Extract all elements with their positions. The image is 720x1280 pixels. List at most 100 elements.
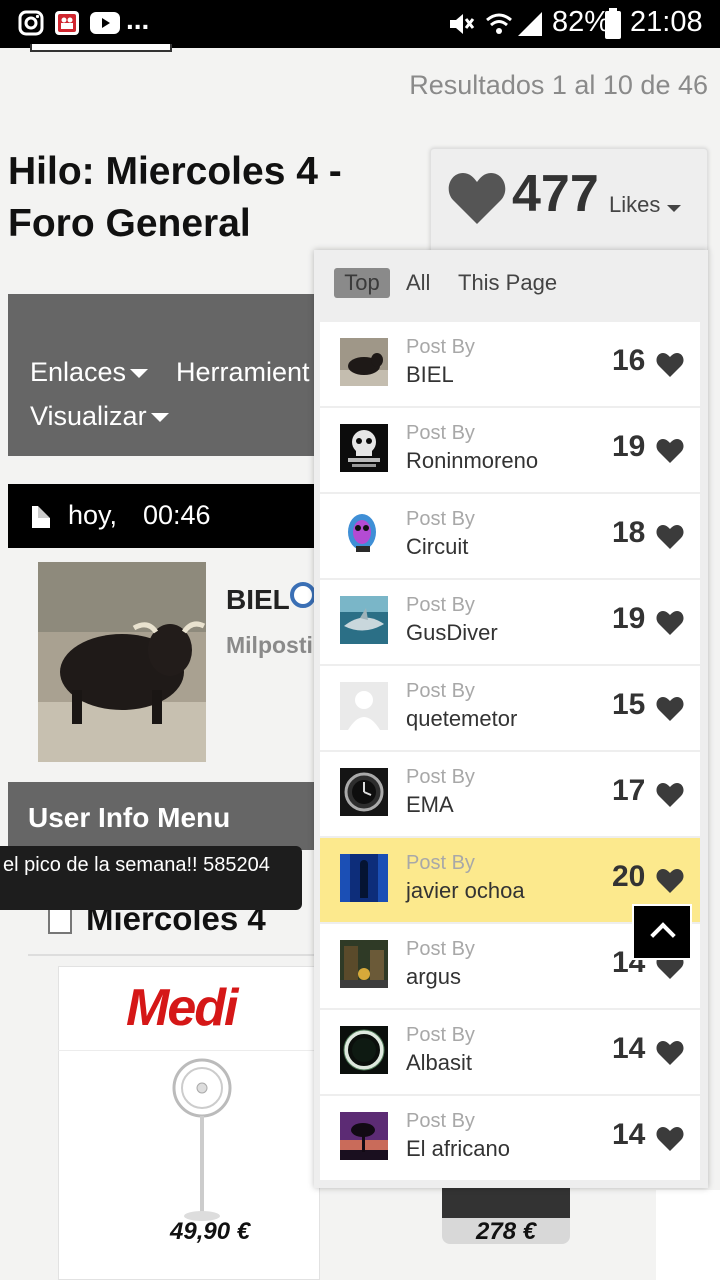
ring-thumb bbox=[340, 1026, 388, 1074]
results-count: Resultados 1 al 10 de 46 bbox=[409, 70, 708, 100]
like-row-3[interactable]: Post By Circuit 18 bbox=[320, 494, 700, 578]
document-icon bbox=[32, 506, 50, 528]
nav-visualizar[interactable]: Visualizar bbox=[30, 401, 169, 432]
wifi-icon bbox=[486, 13, 512, 34]
ad-price-left: 49,90 € bbox=[170, 1218, 251, 1245]
family-app-icon bbox=[55, 11, 79, 35]
post-by-label: Post By bbox=[406, 422, 475, 444]
like-row-1[interactable]: Post By BIEL 16 bbox=[320, 322, 700, 406]
like-count: 19 bbox=[612, 430, 646, 463]
ad-edge bbox=[656, 1190, 720, 1280]
chevron-down-icon bbox=[130, 369, 149, 379]
heart-icon bbox=[656, 696, 684, 727]
like-row-2[interactable]: Post By Roninmoreno 19 bbox=[320, 408, 700, 492]
tab-this-page[interactable]: This Page bbox=[458, 268, 557, 298]
post-by-label: Post By bbox=[406, 852, 475, 874]
like-count: 15 bbox=[612, 688, 646, 721]
mask-thumb bbox=[340, 510, 388, 558]
like-count: 19 bbox=[612, 602, 646, 635]
poster-name[interactable]: BIEL bbox=[406, 362, 454, 388]
nav-herramientas[interactable]: Herramient bbox=[176, 357, 310, 388]
like-row-6[interactable]: Post By EMA 17 bbox=[320, 752, 700, 836]
heart-icon bbox=[656, 1040, 684, 1071]
tab-all[interactable]: All bbox=[406, 268, 430, 298]
nav-enlaces[interactable]: Enlaces bbox=[30, 357, 149, 388]
like-count: 20 bbox=[612, 860, 646, 893]
post-date-bar: hoy, 00:46 bbox=[8, 484, 318, 548]
battery-icon bbox=[605, 8, 621, 39]
default-avatar-thumb bbox=[340, 682, 388, 730]
status-bar: ... 82% 21:08 bbox=[0, 0, 720, 48]
heart-icon bbox=[448, 173, 506, 224]
post-date-day: hoy, bbox=[68, 500, 118, 530]
poster-name[interactable]: Albasit bbox=[406, 1050, 472, 1076]
tree-sunset-thumb bbox=[340, 1112, 388, 1160]
like-row-5[interactable]: Post By quetemetor 15 bbox=[320, 666, 700, 750]
post-by-label: Post By bbox=[406, 938, 475, 960]
clock: 21:08 bbox=[630, 6, 703, 38]
avatar[interactable] bbox=[38, 562, 206, 762]
skull-thumb bbox=[340, 424, 388, 472]
bull-thumb bbox=[340, 338, 388, 386]
like-row-4[interactable]: Post By GusDiver 19 bbox=[320, 580, 700, 664]
scroll-to-top-button[interactable] bbox=[632, 904, 692, 960]
fan-image bbox=[172, 1058, 232, 1221]
poster-name[interactable]: argus bbox=[406, 964, 461, 990]
user-info-menu[interactable]: User Info Menu bbox=[8, 782, 318, 850]
post-tooltip: el pico de la semana!! 585204 bbox=[0, 846, 302, 910]
like-count: 17 bbox=[612, 774, 646, 807]
like-row-9[interactable]: Post By Albasit 14 bbox=[320, 1010, 700, 1094]
divider bbox=[58, 1050, 320, 1051]
likes-label: Likes bbox=[609, 192, 661, 217]
nav-herramientas-label: Herramient bbox=[176, 357, 310, 387]
heart-icon bbox=[656, 524, 684, 555]
thread-tools-nav: Enlaces Herramient Visualizar bbox=[8, 294, 318, 456]
heart-icon bbox=[656, 352, 684, 383]
post-date-time: 00:46 bbox=[143, 500, 211, 530]
battery-percent: 82% bbox=[552, 6, 611, 38]
post-by-label: Post By bbox=[406, 594, 475, 616]
ad-price-right: 278 € bbox=[476, 1218, 537, 1245]
poster-name[interactable]: Circuit bbox=[406, 534, 468, 560]
tab-top[interactable]: Top bbox=[334, 268, 390, 298]
like-count: 18 bbox=[612, 516, 646, 549]
poster-name[interactable]: El africano bbox=[406, 1136, 510, 1162]
instagram-icon bbox=[18, 10, 44, 36]
user-title: Milposti bbox=[226, 632, 313, 658]
heart-icon bbox=[656, 610, 684, 641]
like-row-10[interactable]: Post By El africano 14 bbox=[320, 1096, 700, 1180]
header-logo-stub bbox=[30, 44, 172, 52]
heart-icon bbox=[656, 782, 684, 813]
post-by-label: Post By bbox=[406, 766, 475, 788]
poster-name[interactable]: javier ochoa bbox=[406, 878, 525, 904]
post-by-label: Post By bbox=[406, 680, 475, 702]
like-count: 16 bbox=[612, 344, 646, 377]
poster-name[interactable]: Roninmoreno bbox=[406, 448, 538, 474]
heart-icon bbox=[656, 1126, 684, 1157]
online-status-icon bbox=[290, 582, 316, 608]
street-thumb bbox=[340, 940, 388, 988]
heart-icon bbox=[656, 868, 684, 899]
ad-brand-logo: Medi bbox=[126, 979, 238, 1037]
likes-count: 477 bbox=[512, 165, 599, 223]
divider bbox=[28, 954, 318, 956]
signal-icon bbox=[518, 12, 542, 36]
post-by-label: Post By bbox=[406, 336, 475, 358]
poster-name[interactable]: quetemetor bbox=[406, 706, 517, 732]
shark-thumb bbox=[340, 596, 388, 644]
poster-name[interactable]: GusDiver bbox=[406, 620, 498, 646]
post-username[interactable]: BIEL bbox=[226, 584, 290, 616]
post-by-label: Post By bbox=[406, 508, 475, 530]
like-count: 14 bbox=[612, 1032, 646, 1065]
thread-title: Hilo: Miercoles 4 - Foro General bbox=[8, 150, 342, 245]
poster-name[interactable]: EMA bbox=[406, 792, 454, 818]
nav-enlaces-label: Enlaces bbox=[30, 357, 127, 387]
like-count: 14 bbox=[612, 1118, 646, 1151]
mute-icon bbox=[450, 14, 475, 34]
post-by-label: Post By bbox=[406, 1024, 475, 1046]
ad-product-image-top bbox=[442, 1188, 570, 1218]
youtube-icon bbox=[90, 12, 120, 34]
blue-figure-thumb bbox=[340, 854, 388, 902]
post-by-label: Post By bbox=[406, 1110, 475, 1132]
nav-visualizar-label: Visualizar bbox=[30, 401, 147, 431]
